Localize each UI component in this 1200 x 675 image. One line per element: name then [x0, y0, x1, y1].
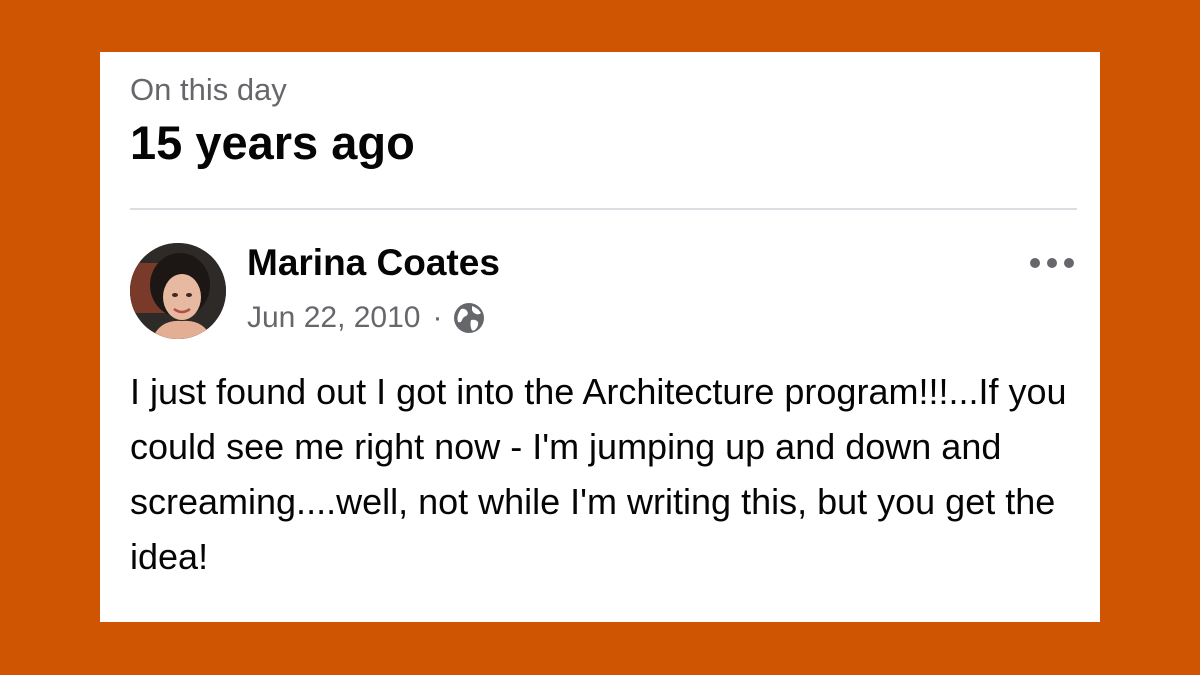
divider: [130, 208, 1077, 210]
globe-icon[interactable]: [452, 301, 486, 335]
author-name[interactable]: Marina Coates: [247, 239, 500, 287]
post-meta: Jun 22, 2010 ·: [247, 296, 486, 340]
avatar[interactable]: [130, 243, 226, 339]
post-text: I just found out I got into the Architec…: [130, 371, 1067, 577]
meta-separator: ·: [432, 301, 443, 334]
memory-label: On this day: [130, 72, 287, 107]
post-date[interactable]: Jun 22, 2010: [247, 301, 420, 335]
avatar-image: [130, 243, 226, 339]
memory-card: On this day 15 years ago Marina Coates J…: [100, 52, 1100, 622]
more-options-button[interactable]: [1024, 248, 1080, 278]
more-options-icon: [1030, 258, 1074, 268]
memory-title: 15 years ago: [130, 116, 415, 169]
